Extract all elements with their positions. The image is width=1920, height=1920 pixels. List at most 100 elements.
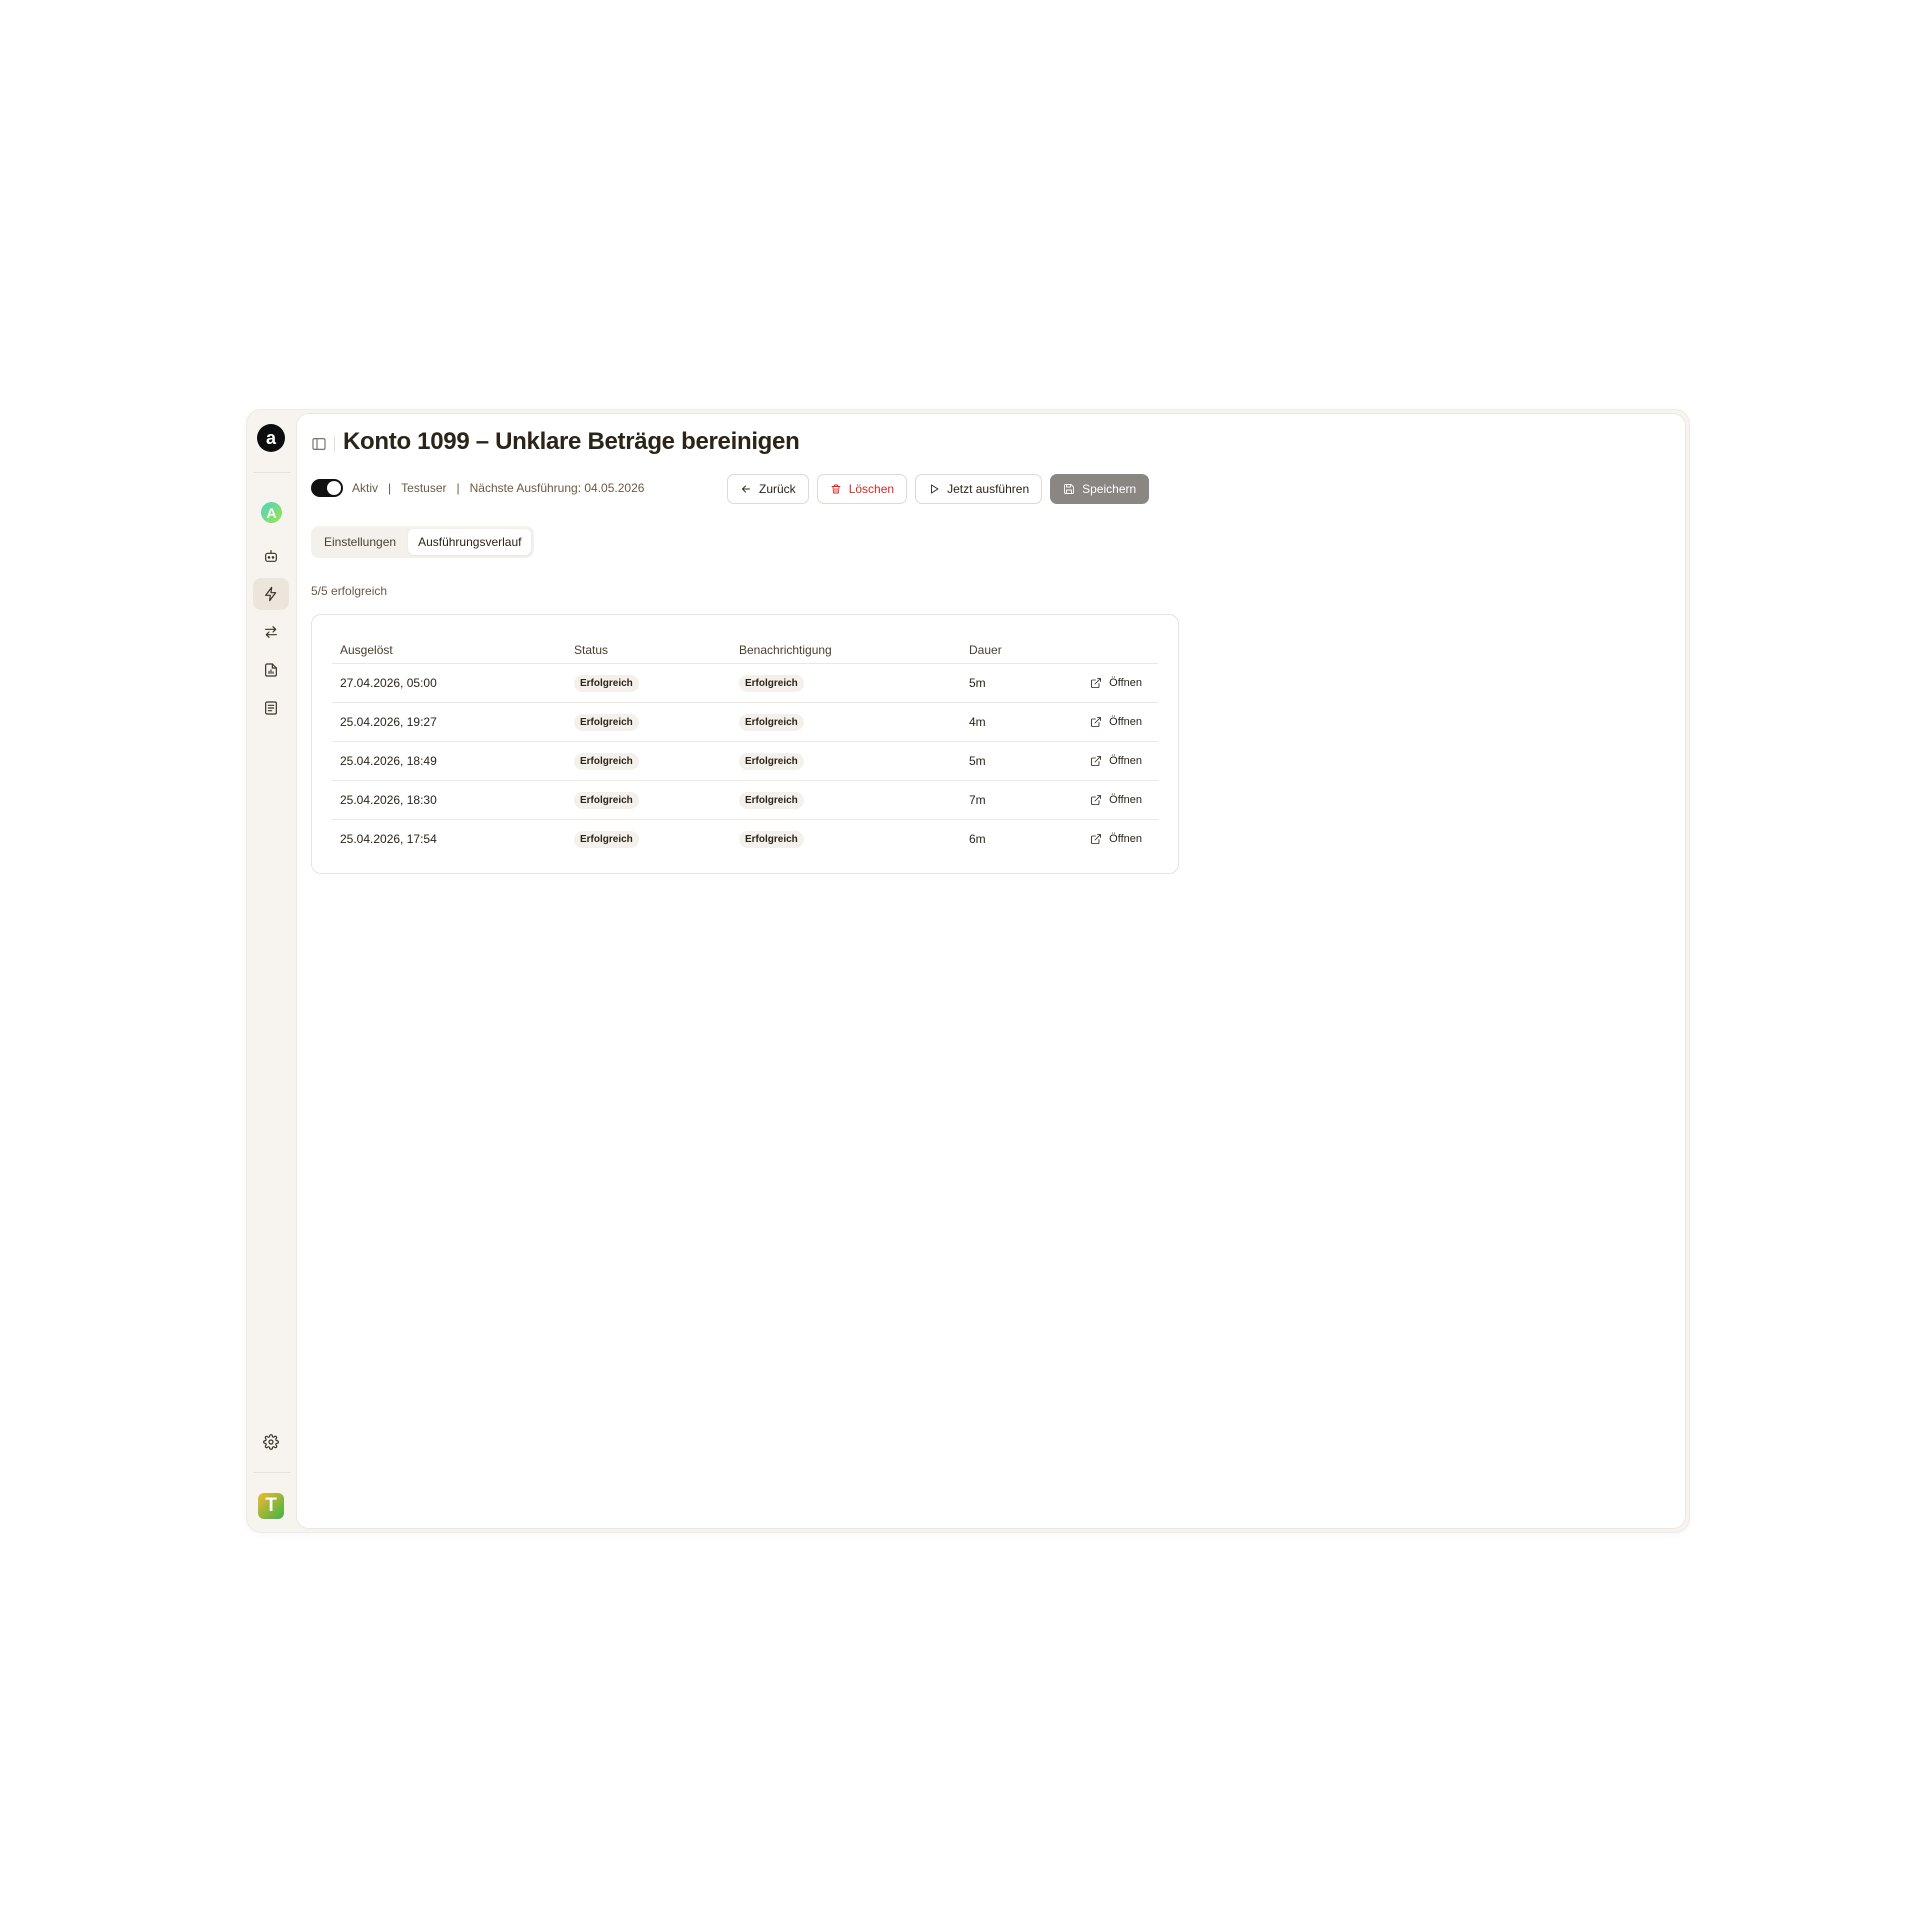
cell-action-text: Öffnen xyxy=(1109,716,1142,728)
column-header-notification: Benachrichtigung xyxy=(731,637,961,664)
table-row[interactable]: 25.04.2026, 17:54 Erfolgreich Erfolgreic… xyxy=(332,820,1158,859)
sidebar-toggle-button[interactable] xyxy=(311,436,327,452)
external-link-icon xyxy=(1091,795,1102,805)
arrows-exchange-icon xyxy=(265,626,277,638)
main-content: Konto 1099 – Unklare Beträge bereinigen … xyxy=(297,414,1685,1528)
success-summary: 5/5 erfolgreich xyxy=(311,584,388,598)
table-row[interactable]: 25.04.2026, 18:49 Erfolgreich Erfolgreic… xyxy=(332,741,1158,781)
cell-notification: Erfolgreich xyxy=(731,663,961,703)
open-run-link[interactable]: Öffnen xyxy=(1077,833,1158,845)
open-run-link[interactable]: Öffnen xyxy=(1077,716,1158,728)
active-toggle[interactable] xyxy=(311,479,343,497)
status-badge: Erfolgreich xyxy=(574,674,639,692)
arrow-left-icon xyxy=(742,485,750,493)
next-run: Nächste Ausführung: 04.05.2026 xyxy=(469,481,645,495)
status-label: Aktiv xyxy=(352,481,379,495)
page-title: Konto 1099 – Unklare Beträge bereinigen xyxy=(343,428,800,455)
trash-icon xyxy=(831,484,841,494)
cell-duration-text: 5m xyxy=(969,676,986,690)
cell-triggered: 27.04.2026, 05:00 xyxy=(332,663,566,703)
notification-badge: Erfolgreich xyxy=(739,791,804,809)
user-name: Testuser xyxy=(401,481,447,495)
open-run-link[interactable]: Öffnen xyxy=(1077,755,1158,767)
cell-action: Öffnen xyxy=(1069,741,1158,781)
tab-settings[interactable]: Einstellungen xyxy=(314,529,406,555)
cell-duration: 5m xyxy=(961,663,1069,703)
cell-duration: 7m xyxy=(961,780,1069,820)
sidebar-item-reports[interactable] xyxy=(253,654,289,686)
meta-row: Aktiv | Testuser | Nächste Ausführung: 0… xyxy=(311,476,644,500)
tab-run-history[interactable]: Ausführungsverlauf xyxy=(408,529,532,555)
cell-triggered: 25.04.2026, 18:49 xyxy=(332,741,566,781)
run-now-button[interactable]: Jetzt ausführen xyxy=(915,474,1043,504)
document-list-icon xyxy=(265,701,277,715)
delete-button[interactable]: Löschen xyxy=(816,474,908,504)
column-header-duration: Dauer xyxy=(961,637,1069,664)
back-button-label: Zurück xyxy=(759,482,796,496)
sidebar: a A T xyxy=(247,410,297,1532)
action-bar: Zurück Löschen Jetzt ausführen Speichern xyxy=(727,474,1150,504)
cell-status: Erfolgreich xyxy=(566,741,731,781)
title-divider xyxy=(334,436,335,452)
delete-button-label: Löschen xyxy=(848,482,895,496)
cell-action: Öffnen xyxy=(1069,820,1158,859)
cell-duration-text: 5m xyxy=(969,754,986,768)
cell-action-text: Öffnen xyxy=(1109,833,1142,845)
cell-duration-text: 4m xyxy=(969,715,986,729)
save-button[interactable]: Speichern xyxy=(1050,474,1150,504)
cell-action: Öffnen xyxy=(1069,780,1158,820)
cell-action-text: Öffnen xyxy=(1109,794,1142,806)
app-logo[interactable]: a xyxy=(257,424,285,452)
table-row[interactable]: 25.04.2026, 19:27 Erfolgreich Erfolgreic… xyxy=(332,702,1158,742)
notification-badge: Erfolgreich xyxy=(739,713,804,731)
report-file-icon xyxy=(265,663,277,677)
user-avatar[interactable]: T xyxy=(258,1493,284,1519)
cell-status: Erfolgreich xyxy=(566,820,731,859)
settings-button[interactable] xyxy=(253,1426,289,1458)
workspace-badge[interactable]: A xyxy=(261,502,282,523)
status-badge: Erfolgreich xyxy=(574,752,639,770)
column-header-triggered: Ausgelöst xyxy=(332,637,566,664)
cell-notification: Erfolgreich xyxy=(731,702,961,742)
cell-duration: 6m xyxy=(961,820,1069,859)
zap-icon xyxy=(265,586,277,602)
meta-separator: | xyxy=(456,481,460,495)
cell-triggered-text: 27.04.2026, 05:00 xyxy=(340,676,437,690)
status-badge: Erfolgreich xyxy=(574,713,639,731)
table-row[interactable]: 25.04.2026, 18:30 Erfolgreich Erfolgreic… xyxy=(332,780,1158,820)
notification-badge: Erfolgreich xyxy=(739,830,804,848)
external-link-icon xyxy=(1091,756,1102,766)
save-icon xyxy=(1064,484,1075,494)
cell-action: Öffnen xyxy=(1069,702,1158,742)
cell-duration-text: 6m xyxy=(969,832,986,846)
cell-action-text: Öffnen xyxy=(1109,677,1142,689)
cell-notification: Erfolgreich xyxy=(731,741,961,781)
cell-triggered-text: 25.04.2026, 17:54 xyxy=(340,832,437,846)
toggle-knob xyxy=(327,481,341,495)
run-now-button-label: Jetzt ausführen xyxy=(947,482,1030,496)
meta-separator: | xyxy=(388,481,392,495)
cell-duration: 5m xyxy=(961,741,1069,781)
sidebar-item-agents[interactable] xyxy=(253,540,289,572)
sidebar-item-automations[interactable] xyxy=(253,578,289,610)
open-run-link[interactable]: Öffnen xyxy=(1077,677,1158,689)
column-header-action xyxy=(1069,637,1158,664)
sidebar-item-transactions[interactable] xyxy=(253,616,289,648)
open-run-link[interactable]: Öffnen xyxy=(1077,794,1158,806)
save-button-label: Speichern xyxy=(1082,482,1137,496)
sidebar-item-documents[interactable] xyxy=(253,692,289,724)
table-header-row: Ausgelöst Status Benachrichtigung Dauer xyxy=(332,637,1158,664)
notification-badge: Erfolgreich xyxy=(739,674,804,692)
notification-badge: Erfolgreich xyxy=(739,752,804,770)
cell-triggered: 25.04.2026, 18:30 xyxy=(332,780,566,820)
run-history-card: Ausgelöst Status Benachrichtigung Dauer … xyxy=(311,614,1179,874)
tab-bar: Einstellungen Ausführungsverlauf xyxy=(311,526,535,558)
gear-icon xyxy=(263,1434,279,1450)
sidebar-divider xyxy=(253,1472,291,1473)
back-button[interactable]: Zurück xyxy=(727,474,809,504)
cell-triggered: 25.04.2026, 19:27 xyxy=(332,702,566,742)
cell-triggered-text: 25.04.2026, 18:49 xyxy=(340,754,437,768)
table-row[interactable]: 27.04.2026, 05:00 Erfolgreich Erfolgreic… xyxy=(332,663,1158,703)
status-badge: Erfolgreich xyxy=(574,791,639,809)
external-link-icon xyxy=(1091,717,1102,727)
